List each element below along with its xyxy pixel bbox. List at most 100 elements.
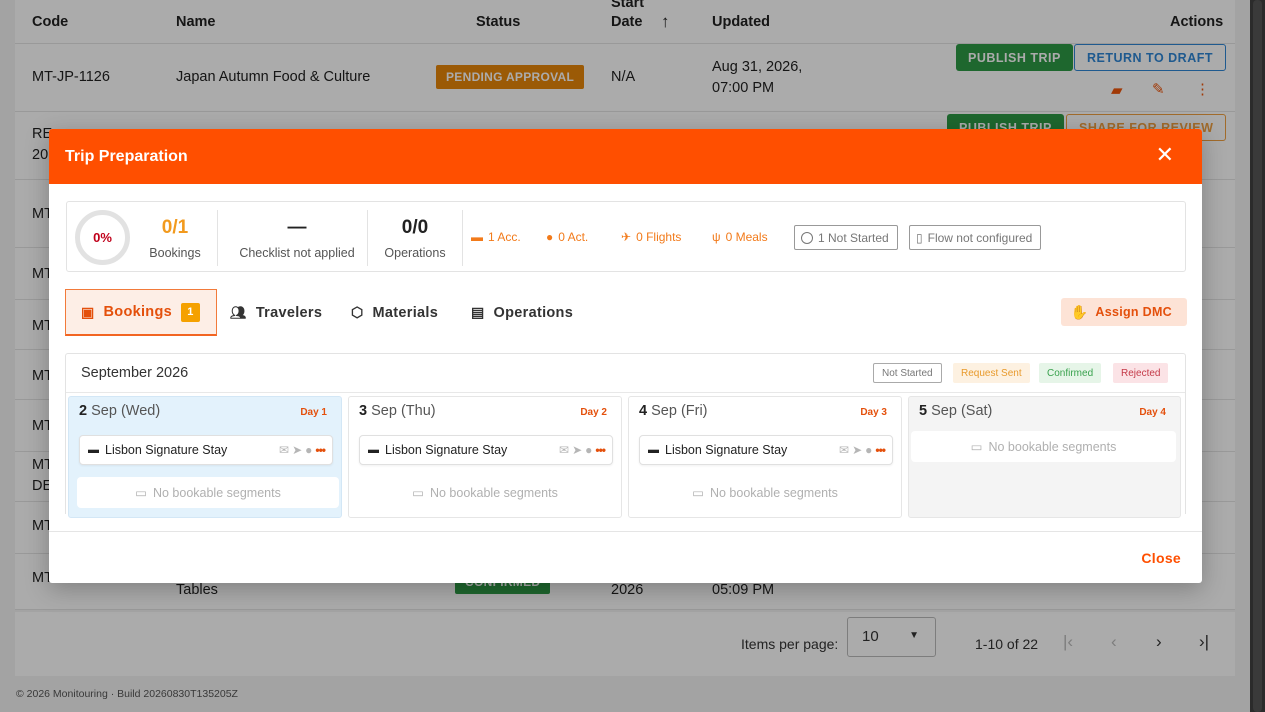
- day-label: Sep (Fri): [651, 403, 708, 419]
- trip-preparation-dialog: Trip Preparation ✕ 0% 0/1 Bookings — Che…: [49, 129, 1202, 583]
- segment-name: Lisbon Signature Stay: [385, 443, 508, 457]
- day-label: Sep (Thu): [371, 403, 436, 419]
- tab-label: Operations: [493, 304, 574, 321]
- legend-request-sent: Request Sent: [953, 363, 1030, 383]
- day-tag: Day 3: [860, 407, 887, 418]
- booking-segment[interactable]: ▬ Lisbon Signature Stay ✉ ➤ ● •••: [79, 435, 333, 465]
- bookings-count: 0/1: [161, 217, 189, 238]
- send-icon[interactable]: ➤: [572, 443, 582, 457]
- modal-header: Trip Preparation ✕: [49, 129, 1202, 184]
- not-started-chip: 1 Not Started: [794, 225, 898, 250]
- divider: [367, 210, 368, 266]
- cube-icon: ⬡: [351, 304, 364, 320]
- day-header: 5 Sep (Sat): [919, 403, 992, 419]
- checklist-label: Checklist not applied: [239, 246, 355, 260]
- day-column: 2 Sep (Wed) Day 1 ▬ Lisbon Signature Sta…: [68, 396, 342, 518]
- tab-bar: ▣ Bookings 1 👥︎ Travelers ⬡ Materials ▤ …: [65, 289, 1187, 337]
- not-started-label: 1 Not Started: [818, 230, 889, 245]
- scrollbar-thumb[interactable]: [1253, 0, 1262, 712]
- bookings-label: Bookings: [149, 246, 201, 260]
- handshake-icon: ✋: [1070, 303, 1089, 320]
- clipboard-list-icon: ▤: [471, 304, 485, 320]
- more-icon[interactable]: •••: [315, 443, 326, 457]
- activity-label: 0 Act.: [558, 230, 589, 244]
- day-column: 4 Sep (Fri) Day 3 ▬ Lisbon Signature Sta…: [628, 396, 902, 518]
- empty-label: No bookable segments: [988, 439, 1117, 454]
- check-circle-icon[interactable]: ●: [585, 443, 592, 457]
- day-number: 4: [639, 403, 648, 419]
- people-icon: 👥︎: [230, 304, 247, 320]
- segment-name: Lisbon Signature Stay: [105, 443, 228, 457]
- close-icon[interactable]: ✕: [1156, 144, 1174, 166]
- day-header: 2 Sep (Wed): [79, 403, 160, 419]
- day-column: 5 Sep (Sat) Day 4 ▭ No bookable segments: [908, 396, 1181, 518]
- close-button[interactable]: Close: [1141, 550, 1181, 566]
- day-number: 3: [359, 403, 368, 419]
- day-tag: Day 4: [1139, 407, 1166, 418]
- empty-slot: ▭ No bookable segments: [77, 477, 339, 508]
- check-circle-icon[interactable]: ●: [865, 443, 872, 457]
- check-circle-icon[interactable]: ●: [305, 443, 312, 457]
- day-number: 2: [79, 403, 88, 419]
- flow-chip: ▯ Flow not configured: [909, 225, 1042, 250]
- bed-icon: ▬: [648, 444, 659, 456]
- modal-title: Trip Preparation: [65, 147, 188, 165]
- tab-bookings[interactable]: ▣ Bookings 1: [65, 289, 217, 336]
- day-label: Sep (Sat): [931, 403, 993, 419]
- airplane-icon: ✈: [621, 230, 632, 244]
- day-header: 4 Sep (Fri): [639, 403, 708, 419]
- operations-label: Operations: [384, 246, 446, 260]
- scrollbar[interactable]: [1250, 0, 1265, 712]
- empty-label: No bookable segments: [709, 485, 838, 500]
- assign-dmc-button[interactable]: ✋ Assign DMC: [1060, 298, 1187, 326]
- tab-materials[interactable]: ⬡ Materials: [351, 289, 438, 336]
- calendar-icon: ▭: [970, 440, 983, 454]
- tab-label: Materials: [372, 304, 439, 321]
- activity-count: ● 0 Act.: [546, 230, 588, 244]
- calendar-icon: ▭: [412, 486, 424, 500]
- location-pin-icon: ●: [546, 230, 554, 244]
- progress-ring: 0%: [75, 210, 130, 265]
- bed-icon: ▬: [368, 444, 379, 456]
- operations-count: 0/0: [401, 217, 429, 238]
- mail-icon[interactable]: ✉: [279, 443, 289, 457]
- empty-slot: ▭ No bookable segments: [631, 477, 899, 508]
- circle-icon: [801, 231, 813, 244]
- more-icon[interactable]: •••: [595, 443, 606, 457]
- day-header: 3 Sep (Thu): [359, 403, 436, 419]
- booking-calendar: September 2026 Not Started Request Sent …: [65, 353, 1186, 518]
- day-tag: Day 2: [580, 407, 607, 418]
- progress-percent: 0%: [93, 230, 112, 245]
- clipboard-icon: ▯: [916, 230, 923, 245]
- mail-icon[interactable]: ✉: [559, 443, 569, 457]
- legend-rejected: Rejected: [1113, 363, 1169, 383]
- mail-icon[interactable]: ✉: [839, 443, 849, 457]
- meals-label: 0 Meals: [725, 230, 768, 244]
- tab-badge: 1: [181, 302, 200, 322]
- divider: [462, 210, 463, 266]
- tab-travelers[interactable]: 👥︎ Travelers: [230, 289, 322, 336]
- flow-label: Flow not configured: [927, 230, 1033, 245]
- clipboard-check-icon: ▣: [81, 303, 95, 320]
- booking-segment[interactable]: ▬ Lisbon Signature Stay ✉ ➤ ● •••: [639, 435, 893, 465]
- booking-segment[interactable]: ▬ Lisbon Signature Stay ✉ ➤ ● •••: [359, 435, 613, 465]
- accommodation-label: 1 Acc.: [488, 230, 521, 244]
- divider: [217, 210, 218, 266]
- bed-icon: ▬: [88, 444, 99, 456]
- empty-slot: ▭ No bookable segments: [911, 431, 1176, 462]
- empty-label: No bookable segments: [152, 485, 281, 500]
- send-icon[interactable]: ➤: [292, 443, 302, 457]
- bed-icon: ▬: [471, 230, 483, 244]
- legend-confirmed: Confirmed: [1039, 363, 1102, 383]
- tab-label: Travelers: [255, 304, 323, 321]
- meals-count: ψ 0 Meals: [712, 230, 768, 244]
- divider: [66, 392, 1185, 393]
- divider: [49, 531, 1202, 532]
- calendar-month: September 2026: [81, 365, 189, 381]
- legend-not-started: Not Started: [873, 363, 942, 383]
- tab-operations[interactable]: ▤ Operations: [471, 289, 573, 336]
- calendar-icon: ▭: [692, 486, 704, 500]
- more-icon[interactable]: •••: [875, 443, 886, 457]
- empty-slot: ▭ No bookable segments: [351, 477, 619, 508]
- send-icon[interactable]: ➤: [852, 443, 862, 457]
